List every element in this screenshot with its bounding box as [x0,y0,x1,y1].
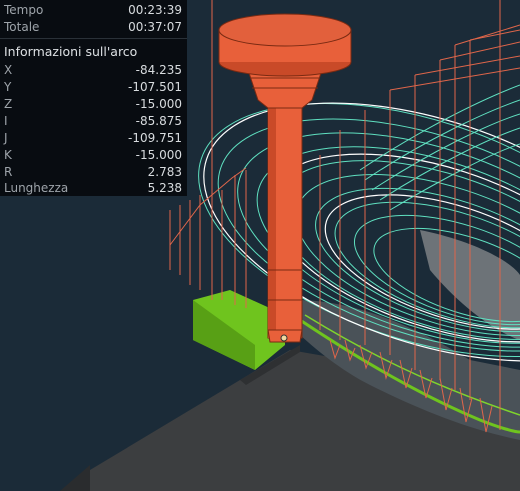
milling-tool [218,13,352,343]
arc-row-label: I [4,114,8,128]
total-time-row: Totale 00:37:07 [4,19,182,36]
arc-row-label: Z [4,97,13,111]
arc-row-y: Y -107.501 [4,79,182,96]
arc-row-r: R 2.783 [4,164,182,181]
arc-row-value: 2.783 [147,165,182,179]
arc-row-value: -15.000 [135,148,182,162]
arc-row-length: Lunghezza 5.238 [4,180,182,197]
arc-row-z: Z -15.000 [4,96,182,113]
elapsed-time-label: Tempo [4,3,44,17]
arc-row-label: J [4,131,8,145]
total-time-value: 00:37:07 [128,20,182,34]
tool-tip-center [280,334,288,342]
elapsed-time-value: 00:23:39 [128,3,182,17]
arc-row-i: I -85.875 [4,113,182,130]
panel-divider [0,38,187,39]
arc-row-label: R [4,165,13,179]
arc-row-value: 5.238 [147,181,182,195]
arc-info-title: Informazioni sull'arco [4,44,138,59]
arc-row-label: K [4,148,12,162]
arc-row-label: Y [4,80,12,94]
elapsed-time-row: Tempo 00:23:39 [4,2,182,19]
arc-row-k: K -15.000 [4,147,182,164]
arc-row-value: -85.875 [135,114,182,128]
arc-row-value: -15.000 [135,97,182,111]
arc-row-label: X [4,63,13,77]
arc-row-label: Lunghezza [4,181,69,195]
arc-row-value: -107.501 [128,80,182,94]
total-time-label: Totale [4,20,40,34]
info-panel: Tempo 00:23:39 Totale 00:37:07 Informazi… [0,0,187,196]
arc-row-j: J -109.751 [4,130,182,147]
arc-row-value: -109.751 [128,131,182,145]
tool-shank-shade [268,108,276,338]
tool-holder-top [218,13,352,47]
arc-row-value: -84.235 [135,63,182,77]
arc-row-x: X -84.235 [4,62,182,79]
stock-side-face [60,465,90,491]
